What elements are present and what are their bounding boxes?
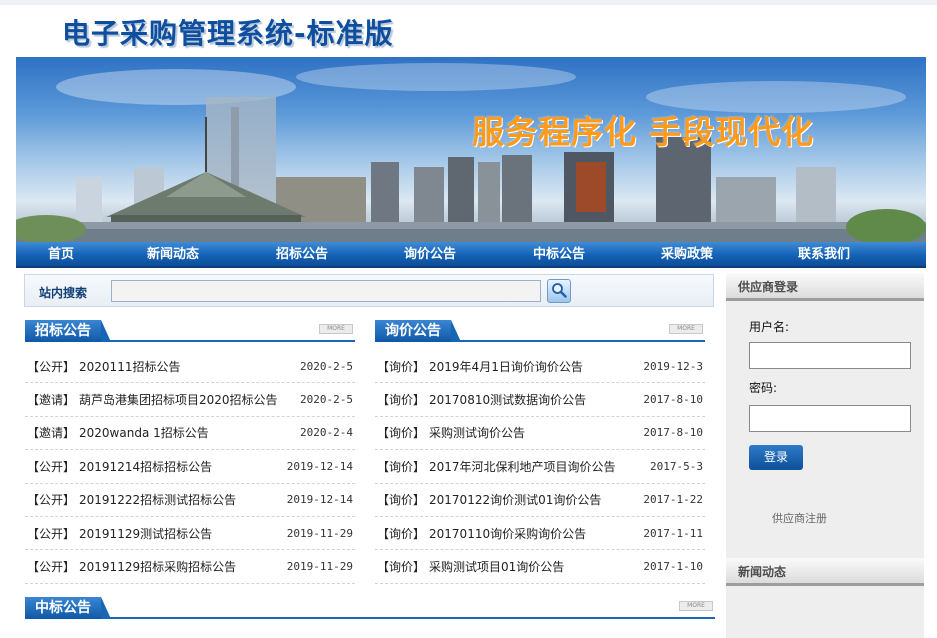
banner-slogan: 服务程序化 手段现代化 [472,113,815,151]
news-panel-title: 新闻动态 [726,558,924,586]
inquiry-list-item[interactable]: 【询价】 20170110询价采购询价公告 2017-1-11 [375,517,705,551]
search-input[interactable] [111,280,541,302]
tender-list-item[interactable]: 【公开】 20191222招标测试招标公告 2019-12-14 [25,484,355,517]
tender-list-item[interactable]: 【公开】 20191129测试招标公告 2019-11-29 [25,517,355,551]
announcement-date: 2020-2-5 [300,359,353,373]
nav-item-home[interactable]: 首页 [16,242,106,268]
award-section-header: 中标公告 MORE [25,597,715,619]
award-more-button[interactable]: MORE [679,601,713,611]
nav-item-inquiry[interactable]: 询价公告 [364,242,496,268]
tender-list-item[interactable]: 【邀请】 2020wanda 1招标公告 2020-2-4 [25,417,355,451]
tender-section: 招标公告 MORE 【公开】 2020111招标公告 2020-2-5 【邀请】 葫芦岛… [25,320,355,584]
tender-list-item[interactable]: 【邀请】 葫芦岛港集团招标项目2020招标公告 2020-2-5 [25,383,355,417]
announcement-title[interactable]: 20191129测试招标公告 [79,525,281,542]
tender-more-button[interactable]: MORE [319,324,353,334]
announcement-type-tag: 【邀请】 [27,426,76,441]
announcement-date: 2019-12-14 [286,493,353,507]
tender-list-item[interactable]: 【公开】 20191129招标采购招标公告 2019-11-29 [25,550,355,584]
username-input[interactable] [749,342,911,369]
inquiry-list-item[interactable]: 【询价】 采购测试询价公告 2017-8-10 [375,417,705,451]
password-input[interactable] [749,405,911,432]
supplier-sidebar: 供应商登录 用户名: 密码: 登录 供应商注册 新闻动态 [726,273,924,638]
nav-item-news[interactable]: 新闻动态 [106,242,240,268]
main-nav: 首页 新闻动态 招标公告 询价公告 中标公告 采购政策 联系我们 [16,242,926,268]
announcement-type-tag: 【询价】 [377,359,426,374]
username-label: 用户名: [749,320,790,334]
announcement-title[interactable]: 2020111招标公告 [79,358,294,375]
login-button[interactable]: 登录 [749,445,803,470]
announcement-date: 2019-12-14 [286,459,353,473]
password-label: 密码: [749,381,778,395]
announcement-title[interactable]: 葫芦岛港集团招标项目2020招标公告 [79,391,294,408]
announcement-date: 2017-1-10 [643,560,703,574]
announcement-title[interactable]: 2019年4月1日询价询价公告 [429,358,637,375]
inquiry-section: 询价公告 MORE 【询价】 2019年4月1日询价询价公告 2019-12-3 【询… [375,320,705,584]
announcement-date: 2020-2-4 [300,426,353,440]
announcement-title[interactable]: 20191129招标采购招标公告 [79,558,281,575]
nav-item-contact[interactable]: 联系我们 [752,242,896,268]
award-section: 中标公告 MORE [25,597,715,627]
announcement-type-tag: 【公开】 [27,493,76,508]
announcement-type-tag: 【询价】 [377,493,426,508]
announcement-date: 2020-2-5 [300,393,353,407]
tender-list-item[interactable]: 【公开】 2020111招标公告 2020-2-5 [25,350,355,384]
nav-item-policy[interactable]: 采购政策 [622,242,752,268]
inquiry-list-item[interactable]: 【询价】 20170810测试数据询价公告 2017-8-10 [375,383,705,417]
announcement-date: 2019-11-29 [286,560,353,574]
announcement-type-tag: 【询价】 [377,426,426,441]
announcement-type-tag: 【询价】 [377,526,426,541]
login-panel-title: 供应商登录 [726,273,924,301]
announcement-type-tag: 【邀请】 [27,393,76,408]
nav-item-award[interactable]: 中标公告 [496,242,622,268]
search-icon [551,282,567,301]
search-label: 站内搜索 [39,286,88,300]
announcement-title[interactable]: 20170122询价测试01询价公告 [429,491,637,508]
announcement-date: 2019-12-3 [643,359,703,373]
announcement-date: 2017-5-3 [650,459,703,473]
announcement-date: 2019-11-29 [286,526,353,540]
site-title: 电子采购管理系统-标准版 [62,17,394,50]
announcement-type-tag: 【公开】 [27,359,76,374]
announcement-type-tag: 【公开】 [27,526,76,541]
announcement-title[interactable]: 2020wanda 1招标公告 [79,424,294,441]
inquiry-section-title: 询价公告 [375,320,461,342]
announcement-title[interactable]: 2017年河北保利地产项目询价公告 [429,458,644,475]
announcement-title[interactable]: 20170110询价采购询价公告 [429,525,637,542]
tender-section-title: 招标公告 [25,320,111,342]
tender-list-item[interactable]: 【公开】 20191214招标招标公告 2019-12-14 [25,450,355,484]
inquiry-list-item[interactable]: 【询价】 20170122询价测试01询价公告 2017-1-22 [375,484,705,517]
announcement-date: 2017-8-10 [643,426,703,440]
announcement-date: 2017-1-22 [643,493,703,507]
announcement-title[interactable]: 20170810测试数据询价公告 [429,391,637,408]
inquiry-more-button[interactable]: MORE [669,324,703,334]
tender-list: 【公开】 2020111招标公告 2020-2-5 【邀请】 葫芦岛港集团招标项目202… [25,350,355,584]
announcement-type-tag: 【询价】 [377,459,426,474]
announcement-date: 2017-1-11 [643,526,703,540]
inquiry-list-item[interactable]: 【询价】 采购测试项目01询价公告 2017-1-10 [375,550,705,584]
announcement-title[interactable]: 20191222招标测试招标公告 [79,491,281,508]
search-button[interactable] [547,279,571,303]
inquiry-list-item[interactable]: 【询价】 2017年河北保利地产项目询价公告 2017-5-3 [375,450,705,484]
tender-section-header: 招标公告 MORE [25,320,355,342]
announcement-date: 2017-8-10 [643,393,703,407]
inquiry-section-header: 询价公告 MORE [375,320,705,342]
supplier-register-link[interactable]: 供应商注册 [772,510,827,526]
inquiry-list: 【询价】 2019年4月1日询价询价公告 2019-12-3 【询价】 20170810… [375,350,705,584]
site-search-bar: 站内搜索 [24,274,714,307]
announcement-type-tag: 【询价】 [377,393,426,408]
inquiry-list-item[interactable]: 【询价】 2019年4月1日询价询价公告 2019-12-3 [375,350,705,384]
announcement-type-tag: 【询价】 [377,560,426,575]
award-section-title: 中标公告 [25,597,111,619]
announcement-title[interactable]: 采购测试项目01询价公告 [429,558,637,575]
banner: 服务程序化 手段现代化 [16,57,926,242]
announcement-title[interactable]: 20191214招标招标公告 [79,458,281,475]
announcement-type-tag: 【公开】 [27,459,76,474]
title-bar: 电子采购管理系统-标准版 [0,0,937,56]
announcement-title[interactable]: 采购测试询价公告 [429,424,637,441]
nav-item-tender[interactable]: 招标公告 [240,242,364,268]
announcement-type-tag: 【公开】 [27,560,76,575]
